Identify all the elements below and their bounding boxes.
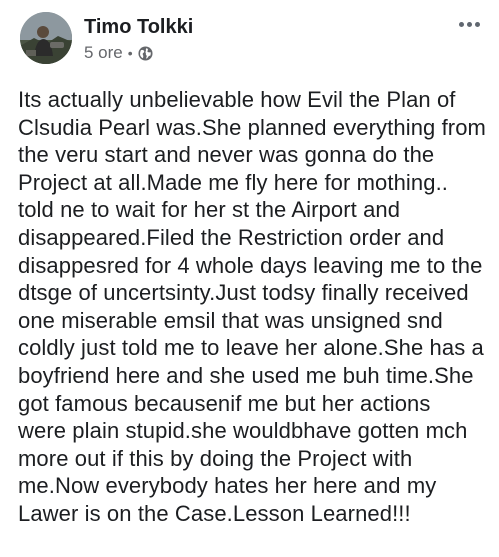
post-body-text: Its actually unbelievable how Evil the P… (18, 87, 486, 526)
globe-icon[interactable] (138, 45, 153, 61)
more-options-button[interactable] (453, 14, 485, 34)
meta-separator: • (127, 45, 133, 61)
author-name[interactable]: Timo Tolkki (84, 16, 193, 39)
more-horizontal-icon-dot (466, 21, 472, 27)
more-horizontal-icon-dot (458, 21, 464, 27)
more-horizontal-icon-dot (474, 21, 480, 27)
avatar-photo (20, 12, 72, 64)
post-time[interactable]: 5 ore (84, 43, 123, 63)
post-header: Timo Tolkki 5 ore • (20, 12, 485, 76)
post-meta: 5 ore • (84, 43, 153, 63)
author-avatar[interactable] (20, 12, 72, 64)
facebook-post: Timo Tolkki 5 ore • Its actually unbelie… (0, 0, 499, 557)
